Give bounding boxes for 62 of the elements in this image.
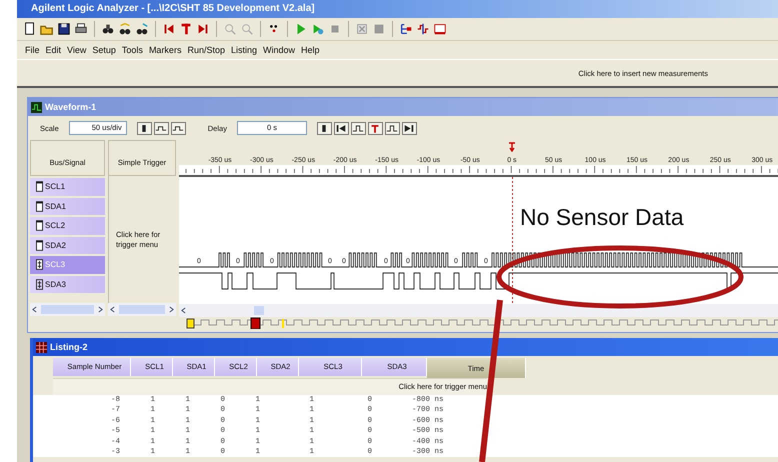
- signal-icon[interactable]: [416, 22, 430, 36]
- pulse-icon: [172, 124, 184, 132]
- menu-item[interactable]: Edit: [46, 45, 62, 55]
- window-title: Waveform-1: [45, 102, 96, 112]
- pulse-icon: [386, 124, 398, 132]
- signal-row[interactable]: SDA3: [30, 276, 105, 293]
- menu-item[interactable]: Help: [301, 45, 320, 55]
- menu-item[interactable]: View: [67, 45, 86, 55]
- signal-icon: [36, 220, 43, 232]
- delay-button[interactable]: [402, 122, 417, 134]
- signal-row[interactable]: SDA2: [30, 236, 105, 254]
- scale-button[interactable]: [170, 122, 186, 134]
- printer-icon[interactable]: [74, 22, 88, 36]
- bus-icon: [36, 259, 43, 270]
- delay-button[interactable]: [350, 122, 366, 134]
- signal-icon: [36, 240, 43, 251]
- tree-icon[interactable]: [399, 22, 413, 36]
- scroll-right-icon[interactable]: [98, 306, 103, 313]
- scroll-left-icon[interactable]: [110, 306, 115, 313]
- signal-row[interactable]: SDA1: [30, 198, 105, 215]
- scroll-left-icon[interactable]: [181, 307, 186, 314]
- signal-row[interactable]: SCL1: [30, 178, 105, 196]
- scrollbar[interactable]: [179, 304, 778, 317]
- pulse-icon: [352, 124, 364, 132]
- grid-icon: [36, 342, 47, 352]
- scroll-thumb[interactable]: [254, 306, 264, 315]
- trigger-icon: [369, 124, 382, 132]
- skip-left-icon[interactable]: [162, 22, 176, 36]
- window-title: Agilent Logic Analyzer - [...\I2C\SHT 85 Development V2.ala]: [17, 0, 778, 18]
- delay-button[interactable]: [316, 122, 332, 134]
- menu-item[interactable]: Tools: [122, 45, 143, 55]
- signal-icon: [36, 200, 43, 212]
- skip-right-icon[interactable]: [196, 22, 210, 36]
- signal-icon: [36, 181, 43, 192]
- window-title: Listing-2: [50, 342, 88, 352]
- scale-button[interactable]: [136, 122, 152, 134]
- delay-button[interactable]: [334, 122, 349, 134]
- menu-item[interactable]: File: [25, 45, 40, 55]
- delay-button[interactable]: [384, 122, 400, 134]
- bus-icon: [36, 278, 43, 290]
- signal-row[interactable]: SCL2: [30, 217, 105, 234]
- pulse-icon: [155, 124, 168, 132]
- waveform-window-icon: [31, 102, 42, 112]
- scrollbar[interactable]: [30, 303, 105, 316]
- menu-item[interactable]: Markers: [148, 45, 182, 55]
- scroll-right-icon[interactable]: [169, 306, 174, 313]
- annotation-text: No Sensor Data: [520, 204, 684, 231]
- skip-right-icon: [403, 124, 416, 132]
- menu-item[interactable]: Setup: [92, 45, 116, 55]
- scale-button[interactable]: [154, 122, 169, 134]
- binoculars-icon[interactable]: [101, 22, 115, 36]
- menu-item[interactable]: Window: [263, 45, 296, 55]
- trigger-marker-icon[interactable]: [508, 142, 516, 152]
- binoculars-icon[interactable]: [118, 22, 132, 36]
- page-icon[interactable]: [23, 22, 37, 36]
- skip-left-icon: [335, 124, 348, 132]
- scrollbar[interactable]: [108, 303, 176, 316]
- binoculars-icon[interactable]: [135, 22, 149, 36]
- menu-item[interactable]: Listing: [230, 45, 257, 55]
- scroll-left-icon[interactable]: [32, 306, 37, 313]
- menu-item[interactable]: Run/Stop: [187, 45, 225, 55]
- trigger-icon[interactable]: [179, 22, 193, 36]
